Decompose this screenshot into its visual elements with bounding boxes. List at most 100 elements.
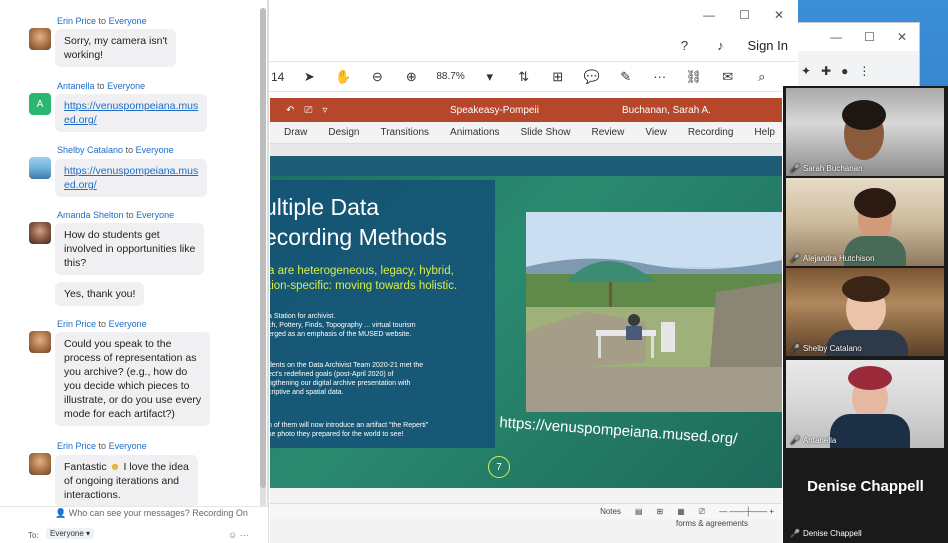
pen-icon[interactable]: ✎ bbox=[617, 68, 635, 86]
slide-top-band bbox=[270, 156, 782, 176]
participant-hair bbox=[854, 188, 896, 218]
tab-transitions[interactable]: Transitions bbox=[380, 127, 429, 138]
message-sender[interactable]: Shelby Catalano bbox=[57, 145, 123, 155]
chat-scrollbar-thumb[interactable] bbox=[260, 8, 266, 488]
zoom-slider[interactable]: — ——┼—— + bbox=[719, 507, 774, 516]
document-name[interactable]: Speakeasy-Pompeii bbox=[450, 105, 539, 116]
smiley-emoji-icon: ☻ bbox=[109, 461, 121, 473]
video-tile[interactable]: 🎤 Sarah Buchanan bbox=[786, 88, 944, 176]
search-icon[interactable]: ⌕ bbox=[753, 68, 771, 86]
fit-page-icon[interactable]: ⇅ bbox=[515, 68, 533, 86]
minimize-icon[interactable]: — bbox=[703, 8, 715, 22]
customize-icon[interactable]: ▿ bbox=[322, 105, 327, 116]
message-recipient[interactable]: Everyone bbox=[136, 210, 174, 220]
help-icon[interactable]: ? bbox=[676, 37, 694, 55]
tab-view[interactable]: View bbox=[645, 127, 667, 138]
close-icon[interactable]: ✕ bbox=[897, 30, 907, 44]
bell-icon[interactable]: ♪ bbox=[712, 37, 730, 55]
message-link-line[interactable]: https://venuspompeiana.mus bbox=[64, 164, 198, 178]
slide-subtitle-line-2: tion-specific: moving towards holistic. bbox=[270, 280, 458, 292]
tab-review[interactable]: Review bbox=[592, 127, 625, 138]
tab-slide-show[interactable]: Slide Show bbox=[521, 127, 571, 138]
more-tools-icon[interactable]: ··· bbox=[651, 68, 669, 86]
below-slide-text: forms & agreements bbox=[676, 519, 749, 528]
participant-name-text: Alejandra Hutchison bbox=[802, 254, 875, 263]
emoji-icon[interactable]: ☺ bbox=[228, 530, 237, 540]
more-icon[interactable]: ··· bbox=[240, 530, 249, 540]
scroll-mode-icon[interactable]: ⊞ bbox=[549, 68, 567, 86]
video-tile[interactable]: 🎤 Antanella bbox=[786, 360, 944, 448]
recipient-dropdown[interactable]: Everyone ▾ bbox=[46, 528, 95, 539]
message-line: interactions. bbox=[64, 489, 121, 501]
puzzle-icon[interactable]: ✚ bbox=[821, 64, 831, 78]
message-link[interactable]: https://venuspompeiana.mus ed.org/ bbox=[64, 164, 198, 192]
slide-bullet-line: criptive and spatial data. bbox=[270, 389, 344, 396]
undo-icon[interactable]: ↶ bbox=[286, 105, 294, 116]
mail-icon[interactable]: ✉ bbox=[719, 68, 737, 86]
message-link-line[interactable]: ed.org/ bbox=[64, 113, 198, 127]
extension-icon[interactable]: ✦ bbox=[801, 64, 811, 78]
chevron-down-icon[interactable]: ▾ bbox=[86, 529, 90, 538]
zoom-level-select[interactable]: 88.7% bbox=[436, 71, 464, 82]
chevron-down-icon[interactable]: ▾ bbox=[481, 68, 499, 86]
message-bubble: https://venuspompeiana.mus ed.org/ bbox=[55, 94, 208, 132]
message-recipient[interactable]: Everyone bbox=[109, 441, 147, 451]
cursor-icon[interactable]: ➤ bbox=[300, 68, 318, 86]
more-icon[interactable]: ⋮ bbox=[858, 64, 870, 78]
message-recipient[interactable]: Everyone bbox=[107, 81, 145, 91]
participant-name: 🎤 Alejandra Hutchison bbox=[790, 254, 875, 263]
message-header: Erin Price to Everyone bbox=[57, 441, 147, 451]
message-line: you archive? (e.g., how do bbox=[64, 366, 188, 378]
message-sender[interactable]: Amanda Shelton bbox=[57, 210, 124, 220]
minimize-icon[interactable]: — bbox=[830, 30, 842, 44]
message-sender[interactable]: Erin Price bbox=[57, 319, 96, 329]
hand-icon[interactable]: ✋ bbox=[334, 68, 352, 86]
message-sender[interactable]: Erin Price bbox=[57, 441, 96, 451]
link-icon[interactable]: ⛓ bbox=[685, 68, 703, 86]
zoom-out-icon[interactable]: ⊖ bbox=[368, 68, 386, 86]
tab-design[interactable]: Design bbox=[328, 127, 359, 138]
message-link[interactable]: https://venuspompeiana.mus ed.org/ bbox=[64, 99, 198, 127]
tab-recording[interactable]: Recording bbox=[688, 127, 734, 138]
zoom-in-icon[interactable]: ⊕ bbox=[402, 68, 420, 86]
video-tile[interactable]: 🎤 Alejandra Hutchison bbox=[786, 178, 944, 266]
reader-top-bar: ? ♪ Sign In bbox=[269, 30, 798, 62]
slide-title-line-2: ecording Methods bbox=[270, 224, 447, 250]
close-icon[interactable]: ✕ bbox=[774, 8, 784, 22]
message-recipient[interactable]: Everyone bbox=[136, 145, 174, 155]
chat-scrollbar[interactable] bbox=[260, 8, 266, 508]
profile-icon[interactable]: ● bbox=[841, 64, 848, 78]
slide-title-line-1: ultiple Data bbox=[270, 194, 380, 220]
mic-off-icon: 🎤 bbox=[790, 344, 800, 353]
message-sender[interactable]: Erin Price bbox=[57, 16, 96, 26]
message-sender[interactable]: Antanella bbox=[57, 81, 95, 91]
message-text: I love the idea bbox=[120, 461, 189, 473]
notes-button[interactable]: Notes bbox=[600, 507, 621, 516]
recipient-value[interactable]: Everyone bbox=[50, 529, 84, 538]
sign-in-button[interactable]: Sign In bbox=[748, 38, 788, 53]
video-tile[interactable]: 🎤 Shelby Catalano bbox=[786, 268, 944, 356]
slide-sorter-icon[interactable]: ⊞ bbox=[657, 507, 664, 516]
slide-page-number: 7 bbox=[488, 456, 510, 478]
slideshow-icon[interactable]: ⎚ bbox=[699, 507, 705, 517]
participant-name: 🎤 Shelby Catalano bbox=[790, 344, 862, 353]
maximize-icon[interactable]: ☐ bbox=[739, 8, 750, 22]
normal-view-icon[interactable]: ▤ bbox=[635, 507, 643, 516]
tab-draw[interactable]: Draw bbox=[284, 127, 307, 138]
privacy-note[interactable]: 👤 Who can see your messages? Recording O… bbox=[55, 508, 248, 519]
message-recipient[interactable]: Everyone bbox=[109, 16, 147, 26]
tab-animations[interactable]: Animations bbox=[450, 127, 499, 138]
user-name[interactable]: Buchanan, Sarah A. bbox=[622, 105, 711, 116]
comment-icon[interactable]: 💬 bbox=[583, 68, 601, 86]
tab-help[interactable]: Help bbox=[754, 127, 775, 138]
reading-view-icon[interactable]: ▦ bbox=[677, 507, 685, 516]
present-icon[interactable]: ⎚ bbox=[304, 105, 312, 116]
mic-off-icon: 🎤 bbox=[790, 164, 800, 173]
maximize-icon[interactable]: ☐ bbox=[864, 30, 875, 44]
message-link-line[interactable]: https://venuspompeiana.mus bbox=[64, 99, 198, 113]
privacy-note-text[interactable]: Who can see your messages? Recording On bbox=[69, 508, 248, 518]
message-recipient[interactable]: Everyone bbox=[109, 319, 147, 329]
message-link-line[interactable]: ed.org/ bbox=[64, 178, 198, 192]
participant-hair bbox=[842, 276, 890, 302]
page-number-field[interactable]: 14 bbox=[271, 70, 284, 84]
